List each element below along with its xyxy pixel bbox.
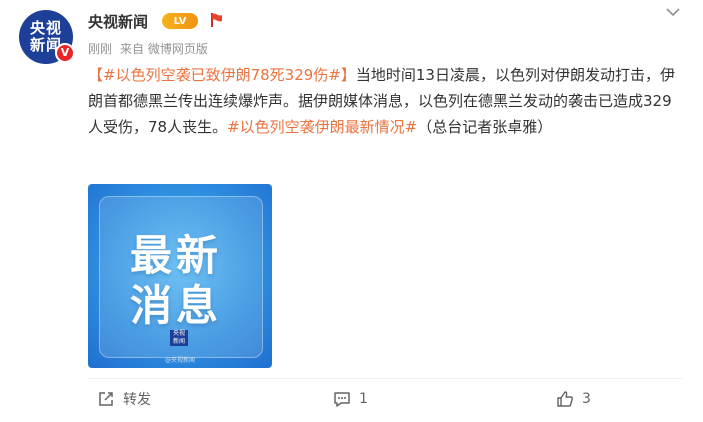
- like-icon: [557, 391, 573, 407]
- image-title-line2: 消息: [130, 281, 223, 330]
- repost-button[interactable]: 转发: [97, 388, 151, 410]
- divider: [88, 378, 683, 379]
- post-meta: 刚刚 来自 微博网页版: [88, 40, 208, 57]
- avatar-text-line1: 央视: [29, 19, 62, 37]
- image-logo-line1: 央视: [172, 330, 185, 337]
- comment-button[interactable]: 1: [333, 388, 368, 410]
- image-logo-line2: 新闻: [172, 338, 185, 345]
- like-count: 3: [582, 391, 591, 407]
- avatar[interactable]: 央视 新闻 V: [19, 10, 75, 64]
- repost-icon: [99, 392, 113, 406]
- author-name[interactable]: 央视新闻: [88, 11, 148, 32]
- post-source: 来自 微博网页版: [120, 42, 208, 56]
- post-time[interactable]: 刚刚: [88, 42, 112, 56]
- post-content: 【#以色列空袭已致伊朗78死329伤#】当地时间13日凌晨，以色列对伊朗发动打击…: [88, 62, 680, 140]
- repost-label: 转发: [123, 392, 151, 408]
- post-image[interactable]: 最新 消息 央视 新闻 @央视新闻: [88, 184, 272, 368]
- like-button[interactable]: 3: [556, 388, 591, 410]
- comment-count: 1: [359, 391, 368, 407]
- topic-tag-link[interactable]: 【#以色列空袭已致伊朗78死329伤#】: [88, 66, 356, 84]
- topic-tag-link[interactable]: #以色列空袭伊朗最新情况#: [227, 118, 417, 136]
- chevron-down-icon[interactable]: [665, 6, 681, 18]
- post-text-credit: （总台记者张卓雅）: [417, 118, 553, 136]
- level-badge[interactable]: LV: [162, 13, 198, 29]
- image-watermark: @央视新闻: [164, 357, 195, 364]
- flag-icon[interactable]: [209, 12, 223, 28]
- comment-icon: [334, 392, 350, 407]
- verified-badge-icon: V: [55, 43, 75, 63]
- image-logo: 央视 新闻: [170, 330, 188, 346]
